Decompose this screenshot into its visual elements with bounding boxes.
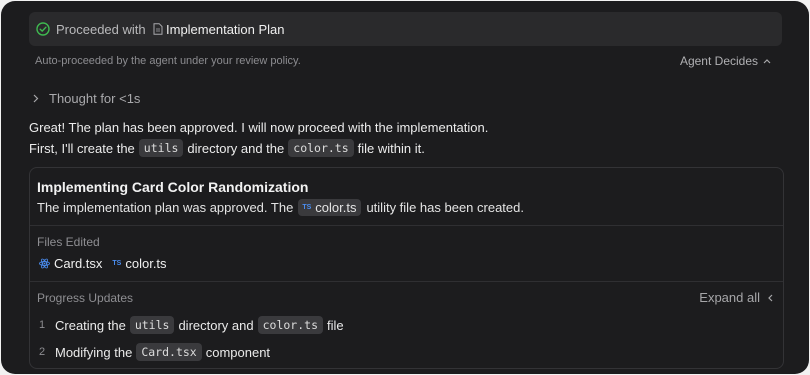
message-text: First, I'll create the: [29, 140, 135, 156]
divider: [30, 225, 783, 226]
file-chip-color-ts[interactable]: TS color.ts: [298, 199, 362, 216]
inline-code: color.ts: [257, 316, 323, 334]
progress-number: 2: [39, 346, 46, 358]
progress-text: Creating the: [55, 317, 126, 333]
divider: [30, 281, 783, 282]
task-card: Implementing Card Color Randomization Th…: [29, 167, 784, 369]
inline-code: utils: [138, 139, 184, 157]
expand-all-label: Expand all: [699, 290, 760, 305]
react-icon: [39, 258, 50, 269]
typescript-icon: TS: [302, 204, 312, 211]
files-edited-list: Card.tsx TS color.ts: [39, 256, 167, 271]
file-card-tsx[interactable]: Card.tsx: [54, 256, 102, 271]
progress-number: 1: [39, 319, 46, 331]
proceeded-label: Proceeded with: [56, 22, 146, 37]
expand-all-button[interactable]: Expand all: [699, 290, 773, 305]
implementation-plan-link[interactable]: Implementation Plan: [166, 22, 285, 37]
progress-text: Modifying the: [55, 344, 133, 360]
file-color-ts[interactable]: color.ts: [125, 256, 166, 271]
file-chip-label: color.ts: [315, 200, 357, 215]
message-line-1: Great! The plan has been approved. I wil…: [29, 120, 488, 135]
progress-text: file: [327, 317, 344, 333]
message-line-2: First, I'll create the utils directory a…: [29, 139, 425, 157]
review-mode-toggle[interactable]: Agent Decides: [680, 54, 771, 68]
task-description-text: The implementation plan was approved. Th…: [37, 200, 294, 215]
progress-updates-label: Progress Updates: [37, 291, 134, 305]
chevron-right-icon: [33, 94, 39, 103]
document-icon: [153, 23, 163, 35]
message-text: file within it.: [357, 140, 425, 156]
chevron-up-icon: [763, 59, 771, 64]
agent-panel: Proceeded with Implementation Plan Auto-…: [1, 1, 809, 374]
inline-code: color.ts: [288, 139, 354, 157]
progress-item[interactable]: 2 Modifying the Card.tsx component: [39, 343, 270, 361]
files-edited-label: Files Edited: [37, 235, 100, 249]
task-description: The implementation plan was approved. Th…: [37, 199, 524, 216]
progress-item[interactable]: 1 Creating the utils directory and color…: [39, 316, 344, 334]
thought-toggle[interactable]: Thought for <1s: [33, 91, 140, 106]
progress-text: directory and: [178, 317, 254, 333]
typescript-icon: TS: [112, 260, 122, 267]
thought-label: Thought for <1s: [49, 91, 141, 106]
proceeded-banner[interactable]: Proceeded with Implementation Plan: [29, 12, 782, 46]
task-description-text: utility file has been created.: [366, 200, 524, 215]
check-circle-icon: [36, 22, 50, 36]
inline-code: utils: [129, 316, 175, 334]
message-text: Great! The plan has been approved. I wil…: [29, 120, 489, 135]
task-title: Implementing Card Color Randomization: [37, 179, 309, 195]
progress-text: component: [205, 344, 271, 360]
chevron-left-icon: [768, 294, 773, 301]
message-text: directory and the: [187, 140, 285, 156]
inline-code: Card.tsx: [136, 343, 202, 361]
review-mode-label: Agent Decides: [679, 54, 758, 68]
review-policy-note: Auto-proceeded by the agent under your r…: [35, 55, 301, 67]
